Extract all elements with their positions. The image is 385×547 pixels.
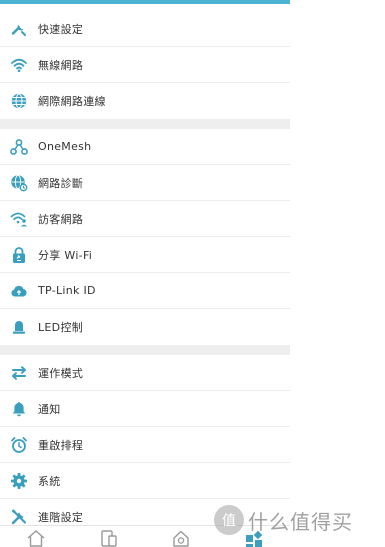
security-tab-icon xyxy=(171,529,191,547)
wifi-icon xyxy=(10,56,28,74)
menu-item-label: 訪客網路 xyxy=(38,212,84,226)
gear-icon xyxy=(10,472,28,490)
wrench-icon xyxy=(10,20,28,38)
watermark: 值 什么值得买 xyxy=(214,505,353,535)
menu-item-label: 進階設定 xyxy=(38,511,84,524)
menu-item-label: 重啟排程 xyxy=(38,438,84,452)
menu-item-label: 網路診斷 xyxy=(38,176,84,190)
header-bar xyxy=(0,0,290,4)
watermark-logo: 值 xyxy=(214,505,244,535)
menu-item-reboot-schedule[interactable]: 重啟排程 xyxy=(0,427,290,463)
menu-item-wireless[interactable]: 無線網路 xyxy=(0,47,290,83)
menu-item-label: 通知 xyxy=(38,402,61,416)
share-lock-icon xyxy=(10,246,28,264)
menu-item-label: 分享 Wi-Fi xyxy=(38,248,93,262)
menu-item-tplink-id[interactable]: TP-Link ID xyxy=(0,273,290,309)
menu-item-label: 運作模式 xyxy=(38,366,84,380)
bell-icon xyxy=(10,400,28,418)
tools-icon xyxy=(10,508,28,526)
menu-item-diagnostics[interactable]: 網路診斷 xyxy=(0,165,290,201)
menu-item-internet[interactable]: 網際網路連線 xyxy=(0,83,290,119)
swap-arrows-icon xyxy=(10,364,28,382)
group-divider xyxy=(0,345,290,355)
alarm-clock-icon xyxy=(10,436,28,454)
led-icon xyxy=(10,318,28,336)
devices-tab-icon xyxy=(99,529,119,547)
menu-item-guest-network[interactable]: 訪客網路 xyxy=(0,201,290,237)
watermark-text: 什么值得买 xyxy=(248,509,353,534)
menu-item-notifications[interactable]: 通知 xyxy=(0,391,290,427)
tools-menu: 快速設定 無線網路 網際網路連線 OneMesh 網路診斷 訪客網路 分享 Wi… xyxy=(0,11,290,535)
menu-item-system[interactable]: 系統 xyxy=(0,463,290,499)
mesh-icon xyxy=(10,138,28,156)
menu-item-label: LED控制 xyxy=(38,321,84,334)
app-screen: 快速設定 無線網路 網際網路連線 OneMesh 網路診斷 訪客網路 分享 Wi… xyxy=(0,0,290,547)
group-divider xyxy=(0,119,290,129)
menu-item-label: 無線網路 xyxy=(38,58,84,72)
tab-security[interactable] xyxy=(161,525,201,547)
home-tab-icon xyxy=(26,529,46,547)
menu-item-label: 系統 xyxy=(38,474,61,488)
menu-item-label: 網際網路連線 xyxy=(38,95,106,108)
menu-item-label: OneMesh xyxy=(38,140,92,153)
menu-item-operation-mode[interactable]: 運作模式 xyxy=(0,355,290,391)
globe-diagnose-icon xyxy=(10,174,28,192)
guest-wifi-icon xyxy=(10,210,28,228)
menu-item-label: TP-Link ID xyxy=(38,284,96,297)
menu-item-led-control[interactable]: LED控制 xyxy=(0,309,290,345)
menu-item-share-wifi[interactable]: 分享 Wi-Fi xyxy=(0,237,290,273)
tab-clients[interactable] xyxy=(89,525,129,547)
globe-icon xyxy=(10,92,28,110)
tab-home[interactable] xyxy=(16,525,56,547)
menu-item-label: 快速設定 xyxy=(38,22,84,36)
menu-item-quick-setup[interactable]: 快速設定 xyxy=(0,11,290,47)
cloud-icon xyxy=(10,282,28,300)
menu-item-onemesh[interactable]: OneMesh xyxy=(0,129,290,165)
